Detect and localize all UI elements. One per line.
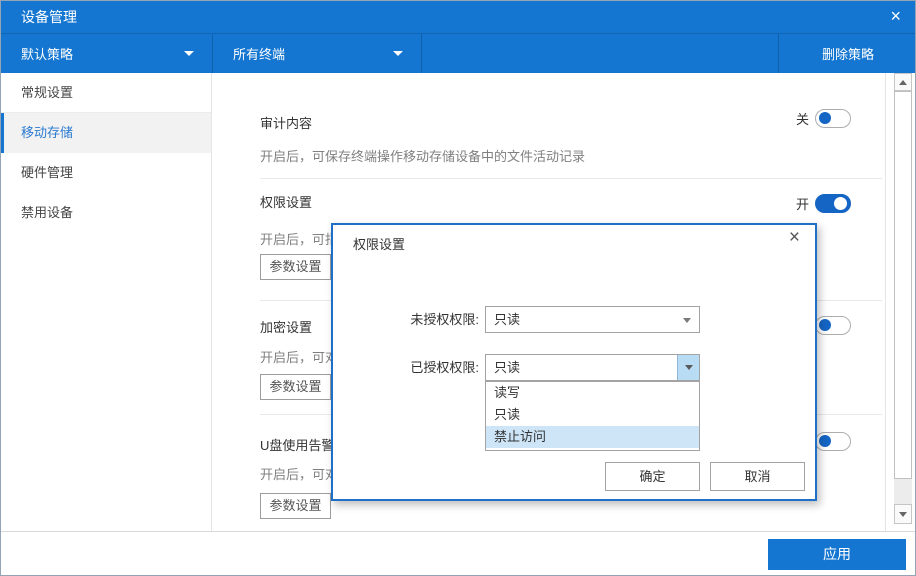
usb-alert-description: 开启后，可对 [260,467,339,482]
chevron-down-icon [393,51,403,56]
sidebar-item-removable-storage[interactable]: 移动存储 [1,113,212,153]
usb-alert-toggle-row [815,432,851,451]
chevron-down-icon [684,365,693,370]
arrow-up-icon [899,79,907,85]
modal-title: 权限设置 [353,237,406,252]
audit-toggle-row: 关 [796,109,851,128]
terminal-select[interactable]: 所有终端 [213,34,421,73]
chevron-down-icon [184,51,194,56]
toggle-knob [834,197,847,210]
titlebar: 设备管理 × [1,1,915,33]
window-title: 设备管理 [21,9,77,25]
sidebar-item-general-settings[interactable]: 常规设置 [1,73,212,113]
section-divider [260,178,882,179]
dropdown-option-read-only[interactable]: 只读 [486,404,699,426]
modal-close-icon[interactable]: × [789,227,800,249]
usb-alert-param-settings-button[interactable]: 参数设置 [260,493,331,519]
permission-description: 开启后，可指 [260,232,339,247]
footer-bar: 应用 [1,531,915,575]
unauthorized-permission-value: 只读 [494,312,521,327]
toggle-knob [819,435,831,447]
encryption-section-title: 加密设置 [260,320,313,335]
content-right-border [885,73,886,531]
permission-settings-modal: 权限设置 × 未授权权限: 只读 已授权权限: 只读 读写 只读 禁止访问 确定… [331,223,817,501]
policy-select-value: 默认策略 [21,47,74,62]
sidebar-item-hardware-management[interactable]: 硬件管理 [1,153,212,193]
toggle-knob [819,319,831,331]
permission-toggle-state-label: 开 [795,197,809,212]
scroll-up-button[interactable] [894,73,912,91]
authorized-permission-select[interactable]: 只读 [485,354,700,381]
usb-alert-section-title: U盘使用告警 [260,438,335,453]
arrow-down-icon [899,511,907,517]
close-icon[interactable]: × [890,1,901,31]
delete-policy-label: 删除策略 [821,47,874,62]
select-caret-button[interactable] [677,355,699,380]
usb-alert-toggle[interactable] [815,432,851,451]
unauthorized-permission-label: 未授权权限: [410,312,479,327]
encryption-param-settings-button[interactable]: 参数设置 [260,374,331,400]
policy-bar: 默认策略 所有终端 删除策略 [1,33,915,73]
scrollbar-thumb[interactable] [894,91,912,479]
sidebar-item-disabled-devices[interactable]: 禁用设备 [1,193,212,233]
unauthorized-permission-select[interactable]: 只读 [485,306,700,333]
sidebar-item-label: 常规设置 [21,85,74,100]
authorized-permission-label: 已授权权限: [410,360,479,375]
permission-param-settings-button[interactable]: 参数设置 [260,254,331,280]
permission-section-title: 权限设置 [260,195,313,210]
sidebar-item-label: 移动存储 [21,125,74,140]
audit-toggle-state-label: 关 [795,112,809,127]
device-management-window: 设备管理 × 默认策略 所有终端 删除策略 常规设置 移动存储 硬件管理 禁用设 [0,0,916,576]
authorized-permission-value: 只读 [494,360,521,375]
dropdown-option-read-write[interactable]: 读写 [486,382,699,404]
audit-toggle[interactable] [815,109,851,128]
sidebar-item-label: 禁用设备 [21,205,74,220]
policy-select[interactable]: 默认策略 [1,34,212,73]
dropdown-option-forbid-access[interactable]: 禁止访问 [486,426,699,448]
permission-toggle-row: 开 [796,194,851,213]
audit-section-title: 审计内容 [260,116,313,131]
permission-dropdown-list: 读写 只读 禁止访问 [485,381,700,451]
ok-button[interactable]: 确定 [605,462,700,491]
toggle-knob [819,112,831,124]
apply-button[interactable]: 应用 [768,539,906,570]
permission-toggle[interactable] [815,194,851,213]
scroll-down-button[interactable] [894,504,912,524]
sidebar-divider [211,73,212,531]
sidebar: 常规设置 移动存储 硬件管理 禁用设备 [1,73,212,531]
cancel-button[interactable]: 取消 [710,462,805,491]
chevron-down-icon [683,318,691,323]
encryption-toggle[interactable] [815,316,851,335]
delete-policy-button[interactable]: 删除策略 [779,34,915,73]
terminal-select-value: 所有终端 [233,47,286,62]
encryption-toggle-row [815,316,851,335]
audit-description: 开启后，可保存终端操作移动存储设备中的文件活动记录 [260,149,586,164]
policy-bar-divider [421,34,422,73]
encryption-description: 开启后，可对 [260,350,339,365]
sidebar-item-label: 硬件管理 [21,165,74,180]
